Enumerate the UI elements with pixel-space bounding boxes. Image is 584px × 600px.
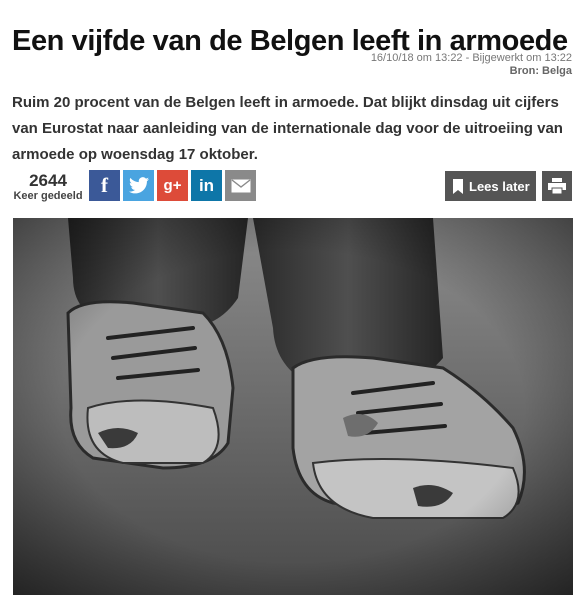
email-share-button[interactable] <box>225 170 256 201</box>
facebook-icon: f <box>101 173 108 197</box>
twitter-share-button[interactable] <box>123 170 154 201</box>
facebook-share-button[interactable]: f <box>89 170 120 201</box>
linkedin-share-button[interactable]: in <box>191 170 222 201</box>
source-line: Bron: Belga <box>509 65 572 77</box>
date-line: 16/10/18 om 13:22 - Bijgewerkt om 13:22 <box>370 52 572 64</box>
article-lead: Ruim 20 procent van de Belgen leeft in a… <box>12 94 563 163</box>
worn-shoes-image <box>13 218 573 595</box>
share-count-number: 2644 <box>29 171 67 190</box>
twitter-icon <box>128 177 149 194</box>
google-plus-share-button[interactable]: g+ <box>157 170 188 201</box>
share-count: 2644 Keer gedeeld <box>12 171 84 203</box>
social-share-bar: f g+ in <box>89 170 256 201</box>
share-count-label: Keer gedeeld <box>13 190 83 202</box>
linkedin-icon: in <box>198 175 215 195</box>
read-later-button[interactable]: Lees later <box>445 171 536 201</box>
article-photo <box>13 218 573 595</box>
article-meta: 16/10/18 om 13:22 - Bijgewerkt om 13:22 … <box>371 52 572 78</box>
google-plus-icon: g+ <box>163 177 182 194</box>
print-button[interactable] <box>542 171 572 201</box>
read-later-label: Lees later <box>469 178 530 194</box>
print-icon <box>548 178 566 194</box>
mail-icon <box>231 178 250 192</box>
bookmark-icon <box>453 178 463 194</box>
